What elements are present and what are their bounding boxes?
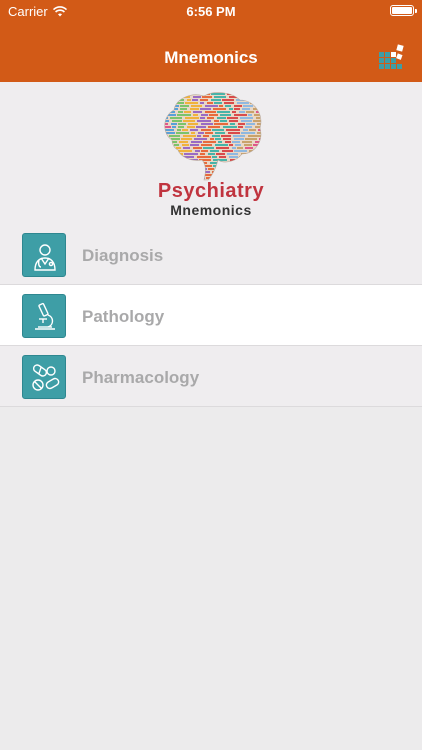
brain-logo-image xyxy=(164,92,262,181)
top-bar: Carrier 6:56 PM Mnemonics xyxy=(0,0,422,82)
logo-area: Psychiatry Mnemonics xyxy=(0,82,422,224)
menu-item-pathology[interactable]: Pathology xyxy=(0,285,422,346)
menu-item-diagnosis[interactable]: Diagnosis xyxy=(0,224,422,285)
pills-icon xyxy=(22,355,66,399)
microscope-icon xyxy=(22,294,66,338)
logo-subtitle: Mnemonics xyxy=(170,202,252,218)
status-time: 6:56 PM xyxy=(186,4,236,19)
logo-title: Psychiatry xyxy=(157,180,265,202)
battery-icon xyxy=(390,5,417,16)
page-title: Mnemonics xyxy=(164,48,258,67)
menu-item-label: Pharmacology xyxy=(82,368,200,387)
menu-list: Diagnosis Pathology Pharmacology xyxy=(0,224,422,407)
doctor-icon xyxy=(22,233,66,277)
menu-item-label: Diagnosis xyxy=(82,246,164,265)
menu-item-label: Pathology xyxy=(82,307,165,326)
menu-item-pharmacology[interactable]: Pharmacology xyxy=(0,346,422,407)
navigation-bar: Mnemonics xyxy=(0,22,422,82)
grid-menu-icon[interactable] xyxy=(378,43,404,69)
status-bar: Carrier 6:56 PM xyxy=(0,0,422,22)
